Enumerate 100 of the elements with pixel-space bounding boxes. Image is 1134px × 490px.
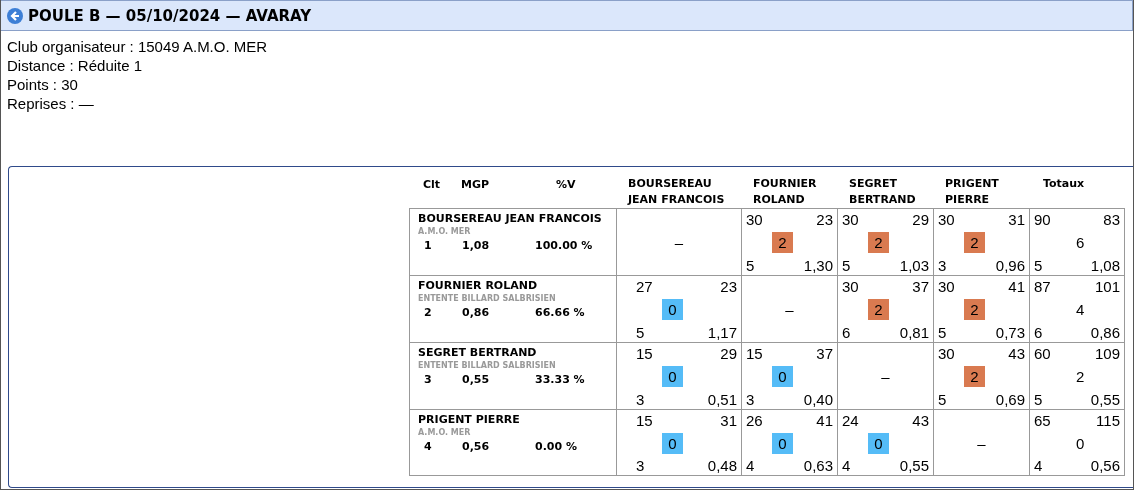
total-points: 0 bbox=[1075, 433, 1085, 454]
score: 90 bbox=[1034, 210, 1051, 229]
total-points: 2 bbox=[1075, 367, 1085, 387]
club-name: ENTENTE BILLARD SALBRISIEN bbox=[418, 293, 557, 304]
win-percent: 33.33 % bbox=[535, 373, 586, 386]
series: 4 bbox=[1034, 456, 1043, 475]
series: 3 bbox=[746, 390, 755, 409]
empty-mark: – bbox=[785, 301, 794, 318]
innings: 37 bbox=[816, 344, 833, 363]
series: 4 bbox=[746, 456, 755, 475]
innings: 41 bbox=[816, 411, 833, 430]
points-badge: 2 bbox=[964, 232, 985, 253]
score: 30 bbox=[842, 277, 859, 296]
score: 30 bbox=[938, 277, 955, 296]
club-name: A.M.O. MER bbox=[418, 226, 472, 237]
score: 15 bbox=[746, 344, 763, 363]
innings: 115 bbox=[1096, 411, 1120, 430]
mgp-value: 0,86 bbox=[462, 306, 491, 319]
average: 1,08 bbox=[1090, 256, 1120, 275]
series: 5 bbox=[1034, 390, 1043, 409]
series: 3 bbox=[636, 390, 645, 409]
empty-mark: – bbox=[977, 434, 986, 452]
column-header: Totaux bbox=[1042, 176, 1086, 192]
rank: 1 bbox=[423, 239, 433, 252]
column-header: MGP bbox=[461, 177, 491, 193]
series: 5 bbox=[746, 256, 755, 275]
series: 6 bbox=[842, 323, 851, 342]
score: 24 bbox=[842, 411, 859, 430]
empty-mark: – bbox=[674, 234, 684, 251]
average: 0,51 bbox=[707, 390, 737, 409]
info-line: Reprises : — bbox=[7, 94, 95, 113]
innings: 41 bbox=[1008, 277, 1025, 296]
innings: 43 bbox=[912, 411, 929, 430]
club-name: A.M.O. MER bbox=[418, 427, 472, 438]
score: 30 bbox=[938, 210, 955, 229]
points-badge: 2 bbox=[964, 299, 985, 320]
column-header: FOURNIER ROLAND bbox=[752, 176, 818, 208]
mgp-value: 1,08 bbox=[462, 239, 491, 252]
points-badge: 2 bbox=[772, 232, 793, 253]
series: 6 bbox=[1034, 323, 1043, 342]
series: 5 bbox=[938, 323, 947, 342]
total-points: 6 bbox=[1075, 233, 1085, 253]
window-title: POULE B — 05/10/2024 — AVARAY bbox=[28, 6, 312, 25]
win-percent: 66.66 % bbox=[535, 306, 586, 319]
back-icon[interactable] bbox=[7, 7, 23, 24]
average: 0,86 bbox=[1090, 323, 1120, 342]
average: 0,48 bbox=[707, 456, 737, 475]
innings: 43 bbox=[1008, 344, 1025, 363]
series: 5 bbox=[938, 390, 947, 409]
score: 60 bbox=[1034, 344, 1051, 363]
column-header: SEGRET BERTRAND bbox=[848, 176, 917, 208]
info-line: Points : 30 bbox=[7, 75, 79, 94]
average: 0,55 bbox=[1090, 390, 1120, 409]
column-header: %V bbox=[555, 177, 577, 193]
average: 0,63 bbox=[803, 456, 833, 475]
innings: 109 bbox=[1094, 344, 1120, 363]
club-name: ENTENTE BILLARD SALBRISIEN bbox=[418, 360, 557, 371]
score: 15 bbox=[636, 344, 653, 363]
average: 0,40 bbox=[803, 390, 833, 409]
points-badge: 2 bbox=[868, 299, 889, 320]
points-badge: 0 bbox=[868, 432, 889, 454]
average: 0,73 bbox=[995, 323, 1025, 342]
info-line: Distance : Réduite 1 bbox=[7, 56, 144, 75]
average: 0,56 bbox=[1090, 456, 1120, 475]
series: 3 bbox=[938, 256, 947, 275]
series: 5 bbox=[1034, 256, 1043, 275]
average: 0,55 bbox=[899, 456, 929, 475]
player-name: FOURNIER ROLAND bbox=[418, 278, 539, 293]
empty-mark: – bbox=[881, 368, 890, 385]
mgp-value: 0,56 bbox=[462, 440, 491, 453]
points-badge: 0 bbox=[772, 432, 793, 454]
series: 3 bbox=[636, 456, 645, 475]
rank: 4 bbox=[423, 440, 433, 453]
innings: 37 bbox=[912, 277, 929, 296]
score: 65 bbox=[1034, 411, 1051, 430]
total-points: 4 bbox=[1075, 300, 1085, 320]
series: 5 bbox=[636, 323, 645, 342]
average: 1,30 bbox=[803, 256, 833, 275]
score: 30 bbox=[938, 344, 955, 363]
points-badge: 0 bbox=[662, 299, 683, 320]
win-percent: 0.00 % bbox=[535, 440, 578, 453]
points-badge: 0 bbox=[662, 366, 683, 387]
innings: 31 bbox=[720, 411, 737, 430]
column-header: Clt bbox=[422, 177, 442, 193]
rank: 2 bbox=[423, 306, 433, 319]
column-header: PRIGENT PIERRE bbox=[944, 176, 1000, 208]
score: 30 bbox=[746, 210, 763, 229]
info-line: Club organisateur : 15049 A.M.O. MER bbox=[7, 37, 269, 56]
average: 0,81 bbox=[899, 323, 929, 342]
rank: 3 bbox=[423, 373, 433, 386]
average: 0,69 bbox=[995, 390, 1025, 409]
win-percent: 100.00 % bbox=[535, 239, 594, 252]
points-badge: 2 bbox=[964, 366, 985, 387]
column-header: BOURSEREAU JEAN FRANCOIS bbox=[626, 176, 726, 208]
series: 5 bbox=[842, 256, 851, 275]
points-badge: 0 bbox=[662, 432, 683, 454]
score: 15 bbox=[636, 411, 653, 430]
points-badge: 2 bbox=[868, 232, 889, 253]
points-badge: 0 bbox=[772, 366, 793, 387]
mgp-value: 0,55 bbox=[462, 373, 491, 386]
